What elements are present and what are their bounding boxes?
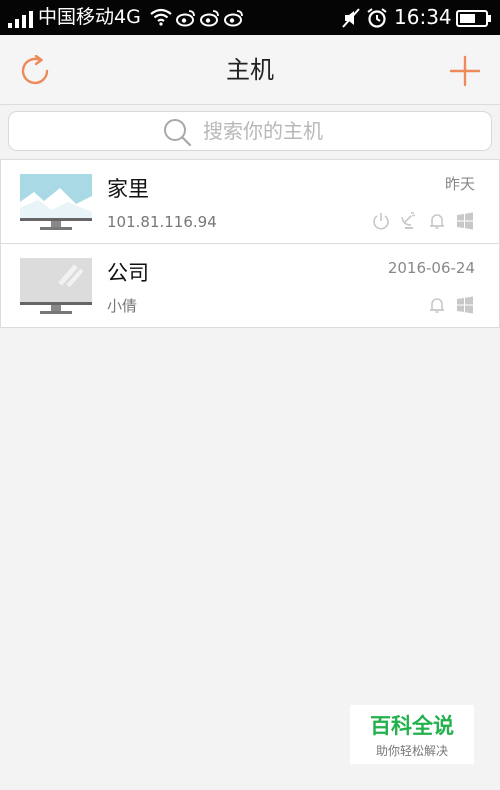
bell-icon: [430, 298, 444, 313]
mute-icon: [342, 8, 360, 28]
weibo-icon: [224, 10, 243, 27]
host-ip: 101.81.116.94: [107, 213, 217, 231]
add-icon[interactable]: [449, 55, 481, 87]
monitor-landscape-icon: [20, 174, 92, 230]
host-list: 家里 101.81.116.94 昨天 公司 小倩 2016-06-24: [0, 159, 500, 328]
host-last-seen: 昨天: [444, 175, 475, 193]
bell-icon: [430, 214, 444, 229]
host-name: 家里: [107, 177, 149, 201]
host-user: 小倩: [107, 297, 138, 315]
search-bar[interactable]: [8, 111, 492, 151]
carrier-label: 中国移动4G: [38, 6, 141, 28]
status-bar: 中国移动4G 16:34: [0, 0, 500, 35]
search-input[interactable]: [203, 116, 463, 146]
app-header: 主机: [0, 35, 500, 105]
host-status-icons: [427, 295, 475, 315]
watermark-logo: 百科全说 助你轻松解决: [350, 705, 474, 764]
watermark-title: 百科全说: [370, 714, 454, 738]
page-title: 主机: [226, 56, 274, 84]
host-row[interactable]: 公司 小倩 2016-06-24: [1, 243, 499, 327]
search-icon: [164, 119, 192, 146]
clock-label: 16:34: [394, 5, 452, 29]
windows-icon: [457, 296, 473, 314]
wifi-icon: [150, 8, 172, 26]
host-row[interactable]: 家里 101.81.116.94 昨天: [1, 160, 499, 243]
windows-icon: [457, 212, 473, 230]
host-last-seen: 2016-06-24: [387, 259, 475, 277]
weibo-icon: [176, 10, 195, 27]
battery-icon: [456, 10, 491, 27]
satellite-icon: [401, 212, 416, 229]
weibo-icon: [200, 10, 219, 27]
alarm-icon: [367, 8, 387, 28]
signal-icon: [8, 11, 33, 28]
host-name: 公司: [107, 261, 149, 285]
host-status-icons: [371, 211, 475, 231]
power-icon: [373, 213, 389, 230]
monitor-offline-icon: [20, 258, 92, 314]
watermark-subtitle: 助你轻松解决: [375, 744, 448, 758]
